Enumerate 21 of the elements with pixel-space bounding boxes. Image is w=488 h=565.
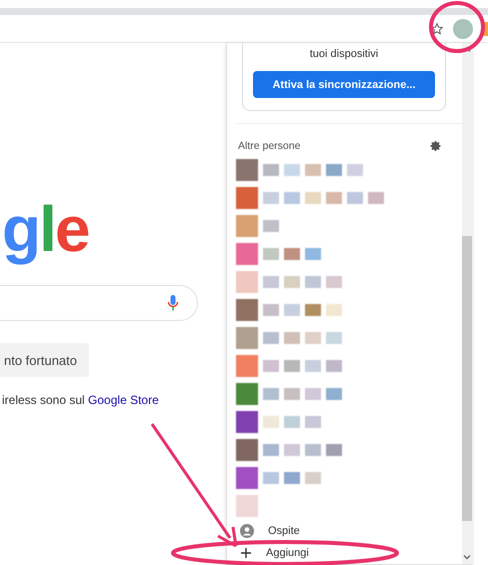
sync-text: tuoi dispositivi	[310, 48, 378, 60]
plus-icon	[240, 547, 252, 559]
store-link[interactable]: Google Store	[88, 393, 159, 407]
scroll-thumb[interactable]	[462, 236, 472, 521]
guest-item[interactable]: Ospite	[268, 525, 300, 537]
add-item[interactable]: Aggiungi	[266, 547, 309, 559]
sync-button[interactable]: Attiva la sincronizzazione...	[253, 71, 435, 98]
lucky-button[interactable]: nto fortunato	[0, 343, 89, 377]
microphone-icon[interactable]	[167, 294, 179, 312]
section-heading: Altre persone	[238, 140, 300, 152]
search-field[interactable]	[0, 285, 198, 321]
logo-letter: g	[2, 193, 40, 265]
scroll-down-icon[interactable]	[463, 555, 471, 560]
logo-letter: l	[39, 193, 55, 265]
star-icon[interactable]	[430, 22, 444, 36]
logo-letter: e	[54, 193, 88, 265]
promo-text: ireless sono sul Google Store	[2, 393, 160, 407]
scrollbar[interactable]	[462, 43, 472, 564]
highlight-circle	[429, 1, 485, 53]
settings-icon[interactable]	[430, 140, 442, 152]
person-icon	[240, 524, 254, 538]
